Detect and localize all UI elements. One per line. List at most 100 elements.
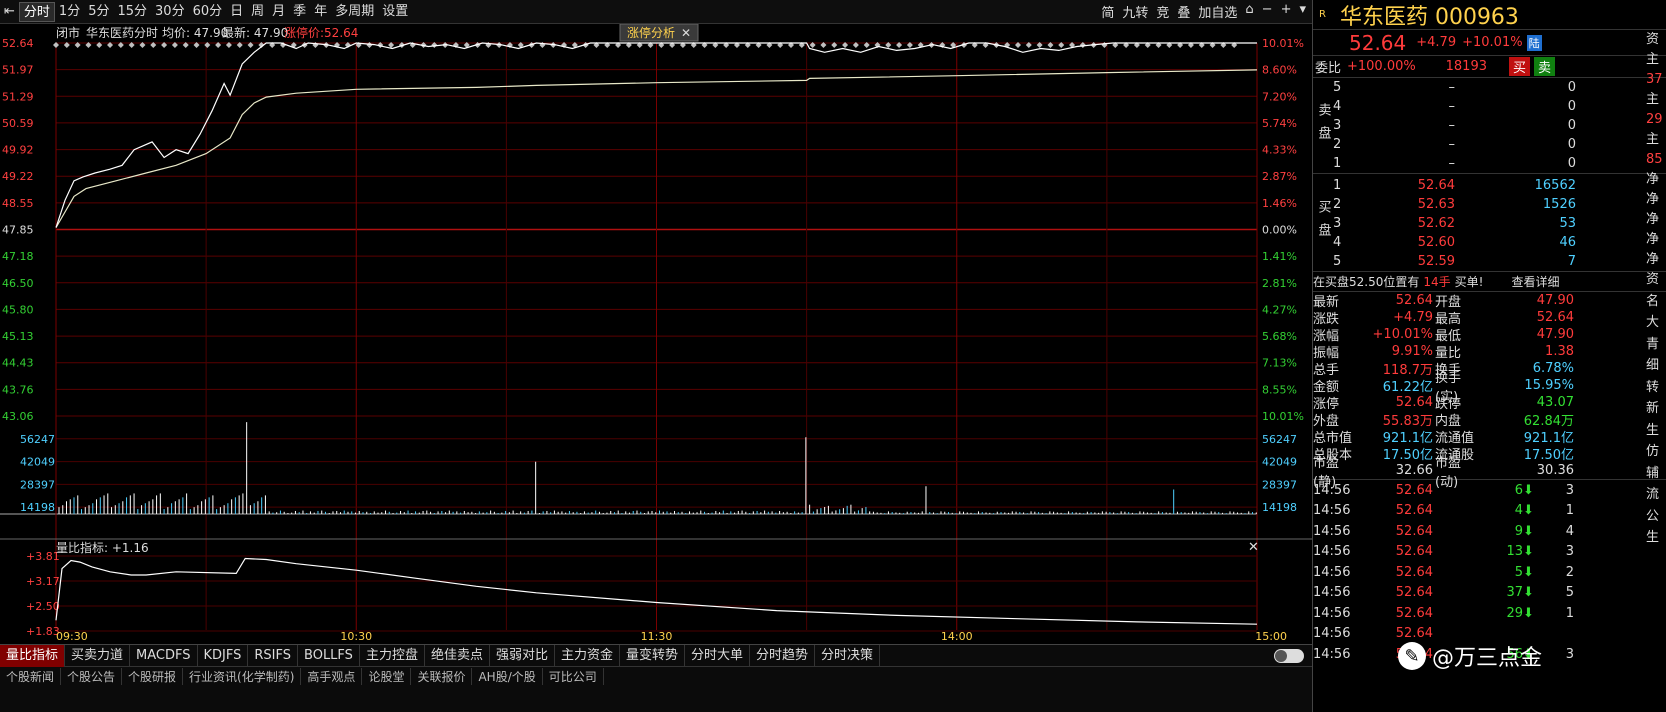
down-arrow-icon: ⬇ <box>1523 544 1534 560</box>
panel-close-icon[interactable]: ✕ <box>1248 540 1259 555</box>
period-button-8[interactable]: 月 <box>268 2 289 22</box>
edge-item[interactable]: 生 <box>1646 528 1666 550</box>
info-tab-0[interactable]: 个股新闻 <box>0 667 62 685</box>
info-tab-6[interactable]: 关联报价 <box>411 667 473 685</box>
edge-item[interactable]: 主 <box>1646 90 1666 110</box>
indicator-tab-4[interactable]: RSIFS <box>248 644 299 667</box>
edge-item[interactable]: 净 <box>1646 210 1666 230</box>
price-axis-left-4: 49.92 <box>2 144 34 157</box>
info-tab-8[interactable]: 可比公司 <box>543 667 604 685</box>
edge-item[interactable]: 生 <box>1646 421 1666 443</box>
edge-item[interactable]: 公 <box>1646 507 1666 529</box>
edge-item[interactable]: 大 <box>1646 313 1666 335</box>
edge-item[interactable]: 主 <box>1646 130 1666 150</box>
toolbar-jiuzhuan[interactable]: 九转 <box>1120 2 1150 21</box>
buy-volume: 53 <box>1559 216 1576 231</box>
indicator-tab-10[interactable]: 量变转势 <box>620 644 686 667</box>
zoom-out-icon[interactable]: − <box>1260 2 1275 21</box>
tick-time: 14:56 <box>1313 646 1351 662</box>
edge-item[interactable]: 85 <box>1646 150 1666 170</box>
indicator-tab-1[interactable]: 买卖力道 <box>65 644 131 667</box>
indicator-tab-11[interactable]: 分时大单 <box>685 644 751 667</box>
edge-item[interactable]: 净 <box>1646 230 1666 250</box>
buy-orderbook: 买盘 1 52.64 16562 2 52.63 1526 3 52.62 53 4 52.60 46… <box>1313 174 1666 272</box>
limit-analysis-button[interactable]: 涨停分析 ✕ <box>619 23 699 42</box>
tick-count: 1 <box>1565 503 1574 519</box>
period-button-7[interactable]: 周 <box>247 2 268 22</box>
tick-price: 52.64 <box>1395 605 1433 621</box>
last-price: 52.64 <box>1349 30 1407 55</box>
tick-count: 1 <box>1565 605 1574 621</box>
period-button-2[interactable]: 5分 <box>84 2 113 22</box>
stat-value: 30.36 <box>1536 463 1574 478</box>
edge-item[interactable]: 资 <box>1646 30 1666 50</box>
period-button-6[interactable]: 日 <box>226 2 247 22</box>
indicator-tab-0[interactable]: 量比指标 <box>0 644 66 667</box>
tick-time: 14:56 <box>1313 626 1351 642</box>
edge-item[interactable]: 净 <box>1646 190 1666 210</box>
info-tab-4[interactable]: 高手观点 <box>301 667 363 685</box>
info-tab-2[interactable]: 个股研报 <box>122 667 184 685</box>
edge-item[interactable]: 辅 <box>1646 464 1666 486</box>
price-change: +4.79 <box>1416 35 1457 50</box>
period-button-1[interactable]: 1分 <box>55 2 84 22</box>
edge-item[interactable]: 青 <box>1646 335 1666 357</box>
period-button-4[interactable]: 30分 <box>151 2 189 22</box>
tick-price: 52.64 <box>1395 523 1433 539</box>
buy-button[interactable]: 买 <box>1509 57 1531 76</box>
period-button-0[interactable]: 分时 <box>18 1 55 22</box>
time-label-0: 09:30 <box>56 630 88 643</box>
toolbar-add-watchlist[interactable]: 加自选 <box>1196 2 1239 21</box>
indicator-tab-7[interactable]: 绝佳卖点 <box>425 644 490 667</box>
edge-item[interactable]: 新 <box>1646 399 1666 421</box>
indicator-tab-9[interactable]: 主力资金 <box>555 644 620 667</box>
trading-app: ⇤ 分时 1分 5分 15分 30分 60分日周月季年多周期 设置 简 九转 竞 叠 加自选… <box>0 0 1666 712</box>
buy-level: 5 52.59 7 <box>1333 252 1576 271</box>
toolbar-arrow-icon[interactable]: ⇤ <box>0 2 19 22</box>
period-button-11[interactable]: 多周期 <box>331 2 378 22</box>
toolbar-simplified[interactable]: 简 <box>1099 2 1116 21</box>
period-button-10[interactable]: 年 <box>310 2 331 22</box>
edge-item[interactable]: 净 <box>1646 250 1666 270</box>
tick-row: 14:56 52.64 37 ⬇ 5 <box>1313 583 1574 604</box>
indicator-tab-8[interactable]: 强弱对比 <box>490 644 555 667</box>
sell-price: – <box>1448 99 1456 114</box>
edge-item[interactable]: 名 <box>1646 292 1666 314</box>
sell-button[interactable]: 卖 <box>1534 57 1556 76</box>
info-tab-7[interactable]: AH股/个股 <box>472 667 543 685</box>
edge-item[interactable]: 仿 <box>1646 442 1666 464</box>
indicator-tab-5[interactable]: BOLLFS <box>298 644 360 667</box>
buy-level-num: 1 <box>1333 178 1342 193</box>
period-button-5[interactable]: 60分 <box>189 2 227 22</box>
indicator-tab-13[interactable]: 分时决策 <box>815 644 881 667</box>
zoom-in-icon[interactable]: + <box>1279 2 1294 21</box>
detail-link[interactable]: 查看详细 <box>1511 273 1559 290</box>
sell-level-num: 1 <box>1333 156 1342 171</box>
dropdown-icon[interactable]: ▾ <box>1297 2 1308 21</box>
edge-item[interactable]: 净 <box>1646 170 1666 190</box>
period-button-12[interactable]: 设置 <box>378 2 412 22</box>
period-button-9[interactable]: 季 <box>289 2 310 22</box>
indicator-tab-3[interactable]: KDJFS <box>198 644 249 667</box>
lock-icon[interactable]: ⌂ <box>1243 2 1255 21</box>
stat-value: 52.64 <box>1395 293 1433 308</box>
info-tab-1[interactable]: 个股公告 <box>61 667 123 685</box>
toggle-switch[interactable] <box>1274 649 1304 663</box>
indicator-tab-6[interactable]: 主力控盘 <box>360 644 425 667</box>
time-label-1: 10:30 <box>340 630 372 643</box>
indicator-tab-12[interactable]: 分时趋势 <box>750 644 816 667</box>
edge-item[interactable]: 37 <box>1646 70 1666 90</box>
edge-item[interactable]: 主 <box>1646 50 1666 70</box>
edge-item[interactable]: 资 <box>1646 270 1666 292</box>
toolbar-overlay[interactable]: 叠 <box>1175 2 1192 21</box>
info-tab-3[interactable]: 行业资讯(化学制药) <box>183 667 302 685</box>
edge-item[interactable]: 流 <box>1646 485 1666 507</box>
info-tab-5[interactable]: 论股堂 <box>362 667 412 685</box>
period-button-3[interactable]: 15分 <box>113 2 151 22</box>
indicator-tab-2[interactable]: MACDFS <box>130 644 198 667</box>
edge-item[interactable]: 转 <box>1646 378 1666 400</box>
edge-item[interactable]: 29 <box>1646 110 1666 130</box>
toolbar-auction[interactable]: 竞 <box>1154 2 1171 21</box>
edge-item[interactable]: 细 <box>1646 356 1666 378</box>
tick-volume: 29 <box>1506 605 1523 621</box>
